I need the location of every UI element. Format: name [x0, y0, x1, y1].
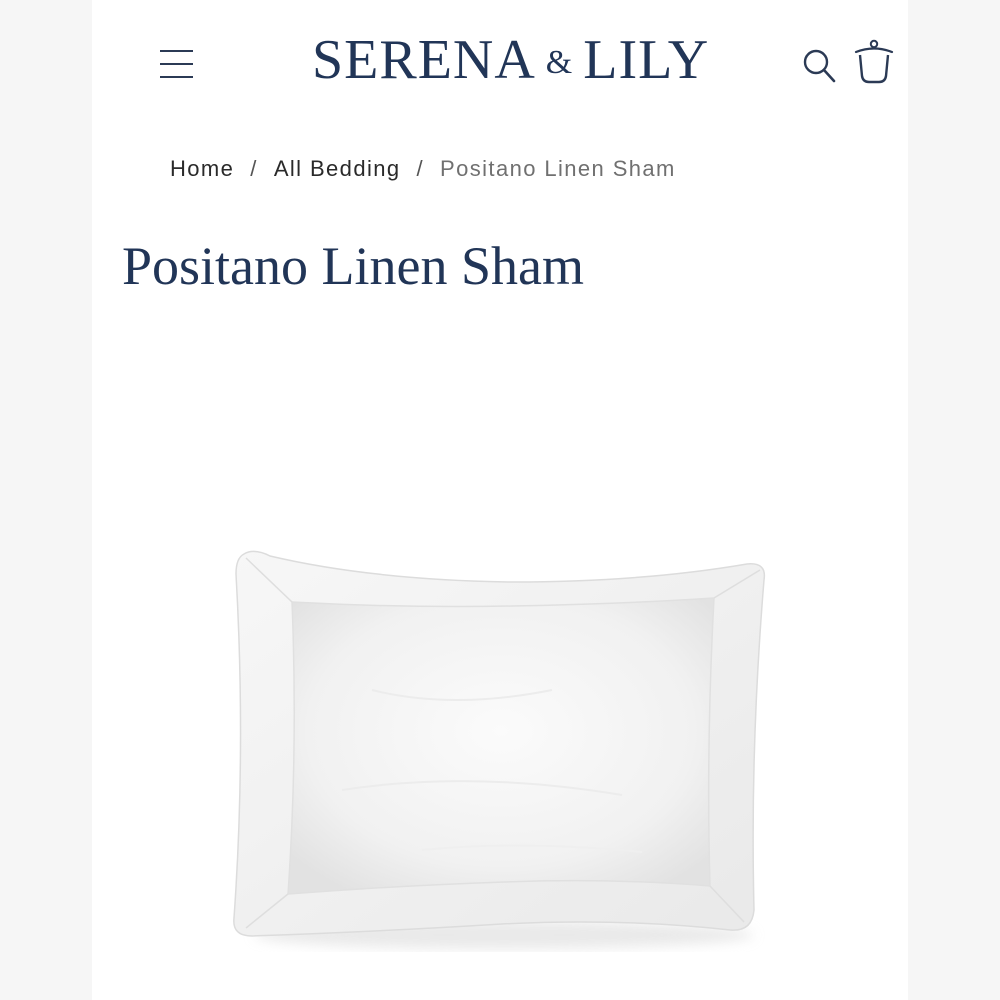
product-image[interactable]	[222, 540, 782, 960]
product-title: Positano Linen Sham	[122, 236, 584, 296]
hamburger-menu-icon[interactable]	[160, 46, 194, 82]
menu-bar	[160, 76, 193, 78]
menu-bar	[160, 63, 193, 65]
brand-logo[interactable]: SERENA & LILY	[312, 28, 708, 92]
breadcrumb-separator: /	[250, 156, 258, 181]
breadcrumb-separator: /	[416, 156, 425, 181]
brand-logo-right: LILY	[583, 29, 710, 91]
menu-bar	[160, 50, 193, 52]
page: SERENA & LILY Home / All Bedding / Posit…	[0, 0, 1000, 1000]
breadcrumb-all-bedding-link[interactable]: All Bedding	[274, 156, 401, 182]
shopping-bag-icon[interactable]	[852, 38, 896, 86]
pillow-sham-illustration	[233, 550, 766, 949]
shopping-bag-icon-graphic	[854, 39, 894, 84]
breadcrumb-home-link[interactable]: Home	[170, 156, 234, 182]
breadcrumb-current-page: Positano Linen Sham	[440, 156, 676, 181]
brand-logo-left: SERENA	[312, 29, 536, 91]
breadcrumb: Home / All Bedding / Positano Linen Sham	[170, 154, 676, 184]
search-icon-graphic	[803, 49, 836, 83]
search-icon[interactable]	[802, 46, 838, 86]
mobile-screen: SERENA & LILY Home / All Bedding / Posit…	[92, 0, 908, 1000]
brand-logo-ampersand: &	[545, 44, 574, 81]
